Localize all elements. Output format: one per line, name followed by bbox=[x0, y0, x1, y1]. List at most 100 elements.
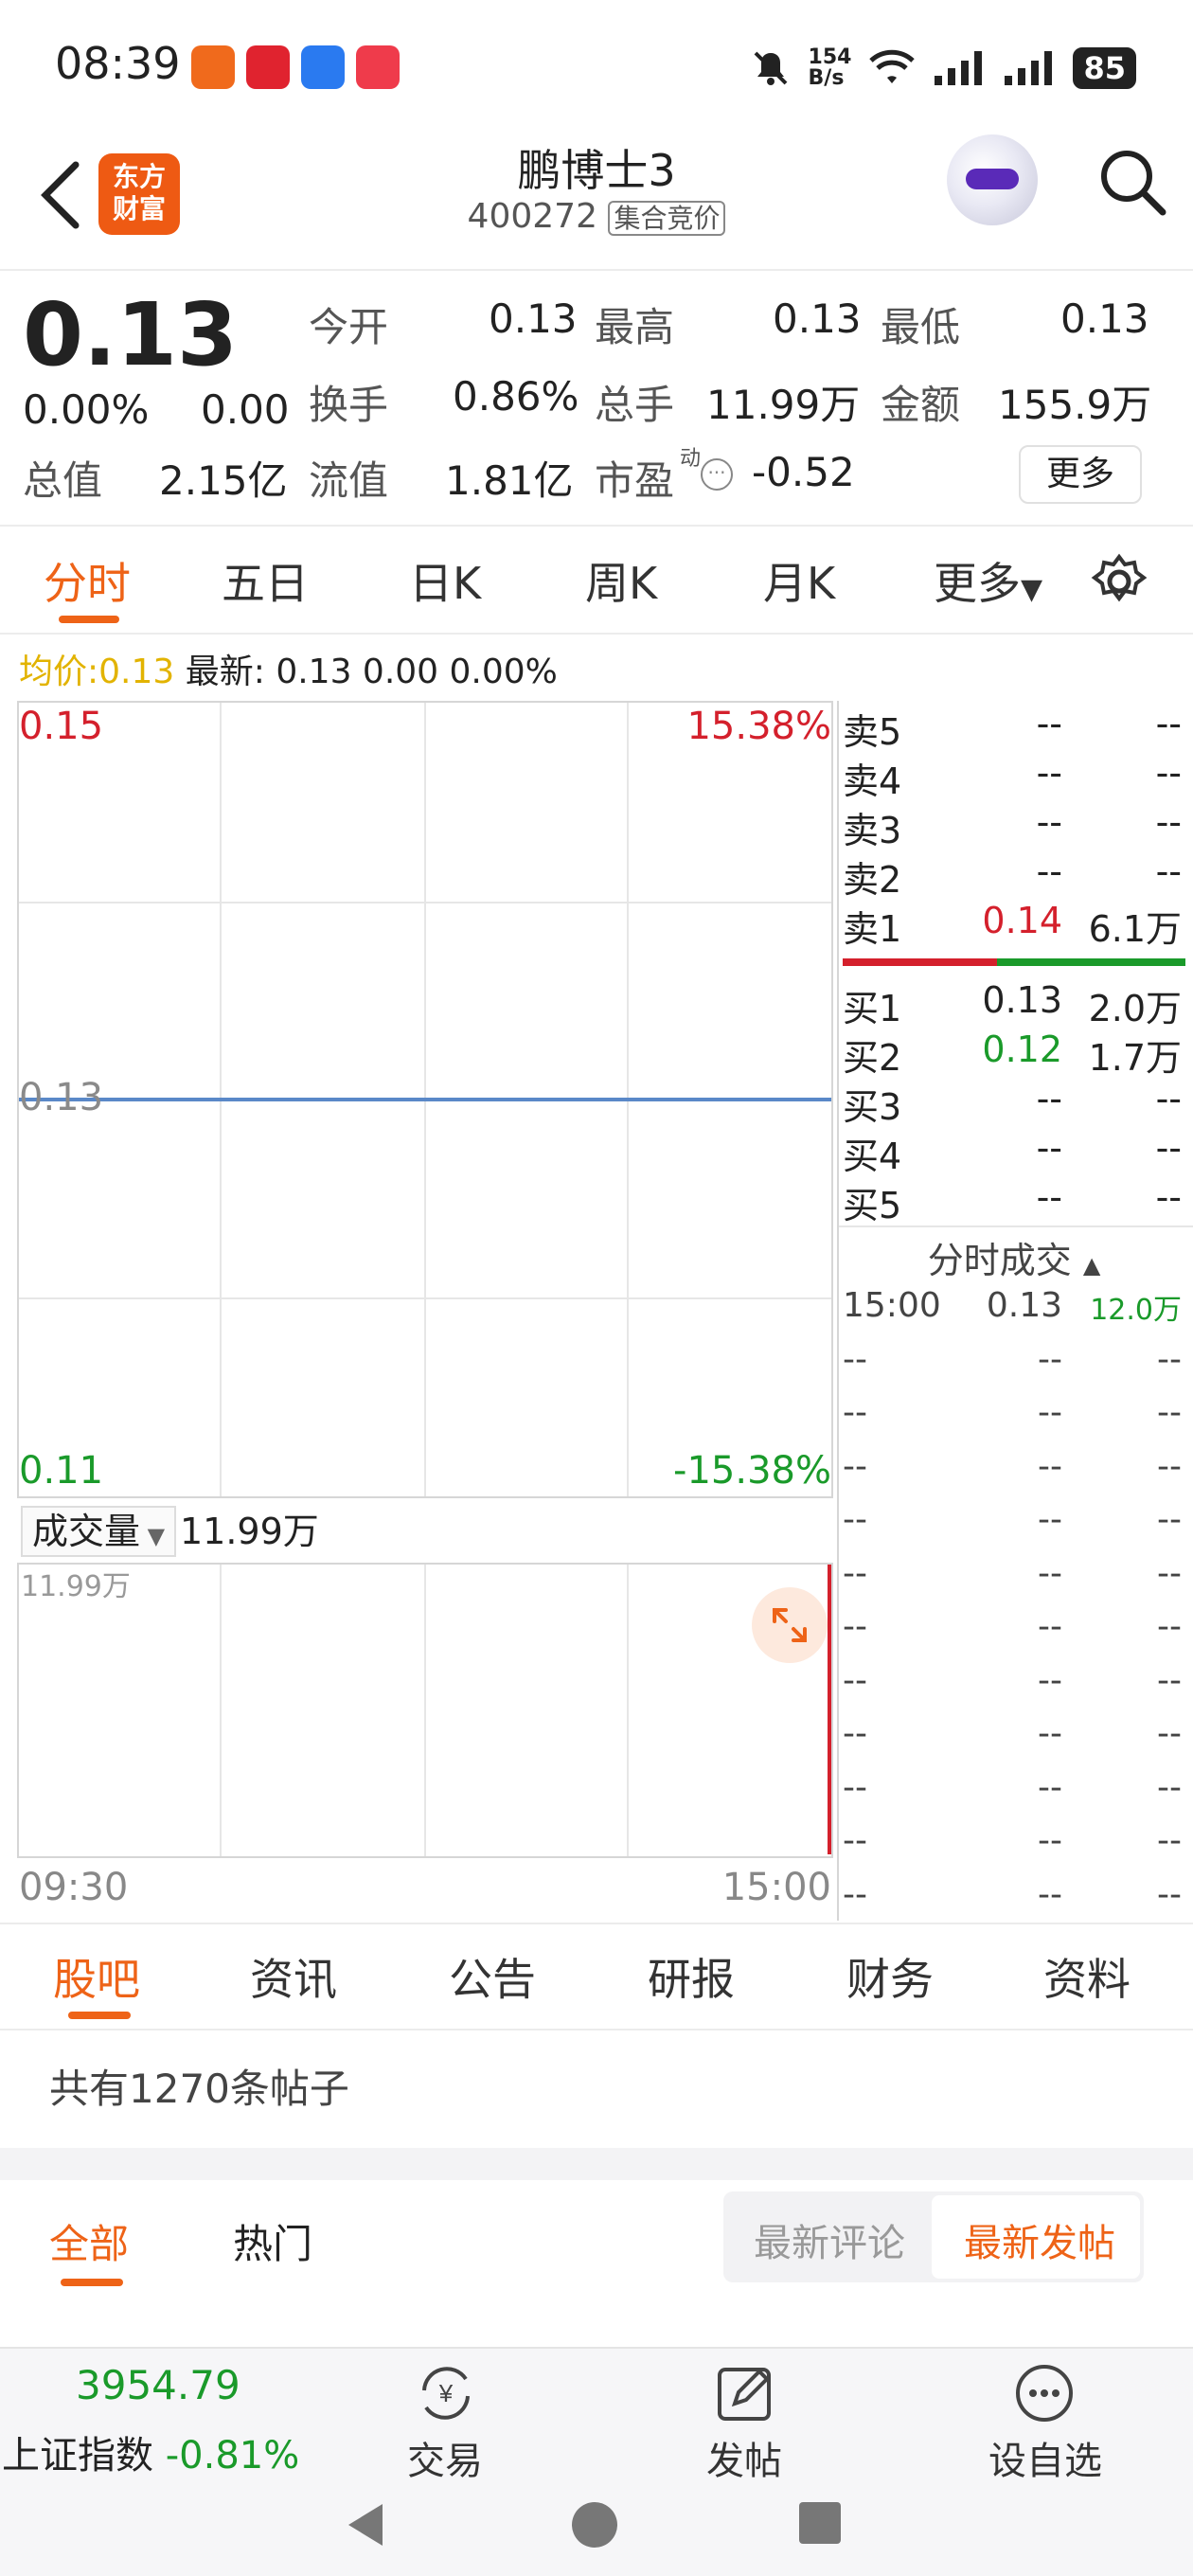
mute-icon bbox=[754, 51, 787, 85]
svg-text:¥: ¥ bbox=[438, 2379, 454, 2407]
settings-gear-icon[interactable] bbox=[1091, 553, 1148, 610]
nav-watchlist[interactable]: 设自选 bbox=[941, 2430, 1149, 2485]
bid-row: 买4 -- -- bbox=[843, 1127, 1182, 1177]
sort-up-icon: ▲ bbox=[1082, 1252, 1101, 1279]
trade-price: -- bbox=[1038, 1339, 1062, 1379]
trade-time: -- bbox=[843, 1553, 867, 1593]
pct-low-label: -15.38% bbox=[673, 1449, 831, 1493]
ask-row: 卖1 0.14 6.1万 bbox=[843, 900, 1182, 950]
tab-intraday[interactable]: 分时 bbox=[44, 549, 131, 612]
system-back-icon[interactable] bbox=[345, 2500, 386, 2549]
float-value-label: 流值 bbox=[309, 457, 389, 504]
tab-finance[interactable]: 财务 bbox=[846, 1945, 934, 2008]
ask-row: 卖5 -- -- bbox=[843, 703, 1182, 753]
grid-line bbox=[627, 1565, 629, 1856]
trade-volume: -- bbox=[1157, 1874, 1182, 1914]
open-label: 今开 bbox=[309, 304, 389, 350]
index-value[interactable]: 3954.79 bbox=[76, 2362, 240, 2408]
trade-volume: -- bbox=[1157, 1553, 1182, 1593]
post-edit-icon[interactable] bbox=[714, 2362, 776, 2424]
trade-price: -- bbox=[1038, 1607, 1062, 1646]
chart-bottom-divider bbox=[0, 1923, 1193, 1924]
more-circle-icon[interactable] bbox=[1013, 2362, 1076, 2424]
signal-icon bbox=[935, 51, 983, 85]
nav-trade[interactable]: 交易 bbox=[341, 2430, 549, 2485]
total-value: 2.15亿 bbox=[159, 457, 288, 504]
grid-line bbox=[19, 902, 831, 903]
price-high-label: 0.15 bbox=[19, 705, 104, 748]
volume-axis-max: 11.99万 bbox=[21, 1570, 131, 1603]
filter-all[interactable]: 全部 bbox=[49, 2212, 129, 2270]
system-home-icon[interactable] bbox=[570, 2500, 619, 2549]
trade-price: -- bbox=[1038, 1393, 1062, 1432]
grid-line bbox=[19, 1297, 831, 1299]
change-pct: 0.00% bbox=[23, 386, 150, 433]
trade-time: -- bbox=[843, 1821, 867, 1860]
tabs-divider bbox=[0, 633, 1193, 635]
trade-row: -- -- -- bbox=[843, 1821, 1185, 1870]
trades-header[interactable]: 分时成交 ▲ bbox=[843, 1231, 1185, 1283]
amount-label: 金额 bbox=[881, 382, 961, 428]
dropdown-arrow-icon: ▼ bbox=[1021, 573, 1043, 606]
wifi-icon bbox=[869, 49, 916, 83]
pct-high-label: 15.38% bbox=[686, 705, 831, 748]
sort-latest-post[interactable]: 最新发帖 bbox=[964, 2212, 1115, 2267]
index-change: -0.81% bbox=[165, 2434, 300, 2478]
tab-news[interactable]: 资讯 bbox=[250, 1945, 337, 2008]
volume-value: 11.99万 bbox=[180, 1511, 319, 1552]
app-notification-icon bbox=[191, 45, 235, 89]
more-dots-icon[interactable]: ··· bbox=[701, 458, 733, 491]
trade-icon[interactable]: ¥ bbox=[413, 2362, 479, 2424]
tab-announcements[interactable]: 公告 bbox=[449, 1945, 536, 2008]
system-recents-icon[interactable] bbox=[797, 2500, 843, 2546]
trade-volume: -- bbox=[1157, 1714, 1182, 1753]
ask-ratio-bar bbox=[843, 958, 997, 966]
volume-selector-label: 成交量 bbox=[32, 1511, 141, 1552]
tab-more[interactable]: 更多▼ bbox=[934, 549, 1042, 612]
avg-value: 0.13 bbox=[98, 653, 175, 691]
tab-daily-k[interactable]: 日K bbox=[409, 549, 481, 612]
filter-hot[interactable]: 热门 bbox=[233, 2212, 312, 2270]
turnover-label: 换手 bbox=[309, 382, 389, 428]
trade-row: -- -- -- bbox=[843, 1554, 1185, 1603]
active-tab-underline bbox=[59, 616, 119, 623]
trade-price: -- bbox=[1038, 1660, 1062, 1700]
tabs-divider bbox=[0, 2029, 1193, 2030]
back-arrow-icon[interactable] bbox=[34, 157, 91, 233]
amount-value: 155.9万 bbox=[998, 382, 1152, 428]
index-info[interactable]: 上证指数 -0.81% bbox=[2, 2424, 299, 2479]
ask-row: 卖2 -- -- bbox=[843, 850, 1182, 901]
tab-forum[interactable]: 股吧 bbox=[53, 1945, 140, 2008]
trade-time: -- bbox=[843, 1767, 867, 1807]
more-quote-button[interactable]: 更多 bbox=[1019, 445, 1142, 504]
tab-research[interactable]: 研报 bbox=[648, 1945, 735, 2008]
nav-post[interactable]: 发帖 bbox=[640, 2430, 848, 2485]
expand-chart-button[interactable] bbox=[752, 1587, 828, 1663]
grid-line bbox=[424, 1565, 426, 1856]
tab-weekly-k[interactable]: 周K bbox=[585, 549, 657, 612]
price-series-line bbox=[19, 1098, 831, 1101]
trade-row: -- -- -- bbox=[843, 1607, 1185, 1656]
dropdown-arrow-icon: ▼ bbox=[140, 1523, 166, 1549]
stock-title: 鹏博士3 bbox=[517, 145, 676, 196]
tab-profile[interactable]: 资料 bbox=[1043, 1945, 1131, 2008]
stock-code-line: 400272 集合竞价 bbox=[407, 197, 786, 236]
open-value: 0.13 bbox=[489, 295, 578, 342]
sort-latest-comment[interactable]: 最新评论 bbox=[754, 2212, 905, 2267]
avg-price-line: 均价:0.13 最新: 0.13 0.00 0.00% bbox=[19, 644, 558, 693]
appgallery-notification-icon bbox=[356, 45, 400, 89]
active-tab-underline bbox=[68, 2012, 131, 2019]
trade-time: -- bbox=[843, 1874, 867, 1914]
ask-row: 卖4 -- -- bbox=[843, 752, 1182, 802]
tab-monthly-k[interactable]: 月K bbox=[763, 549, 835, 612]
posts-count: 共有1270条帖子 bbox=[49, 2066, 349, 2112]
search-icon[interactable] bbox=[1095, 144, 1170, 220]
chart-orderbook-separator bbox=[837, 701, 839, 1921]
turnover-value: 0.86% bbox=[453, 373, 579, 420]
volume-selector[interactable]: 成交量 ▼ bbox=[21, 1506, 177, 1557]
trade-time: -- bbox=[843, 1607, 867, 1646]
trade-volume: -- bbox=[1157, 1660, 1182, 1700]
tab-five-day[interactable]: 五日 bbox=[222, 549, 309, 612]
trade-volume: -- bbox=[1157, 1767, 1182, 1807]
trade-row: -- -- -- bbox=[843, 1768, 1185, 1817]
